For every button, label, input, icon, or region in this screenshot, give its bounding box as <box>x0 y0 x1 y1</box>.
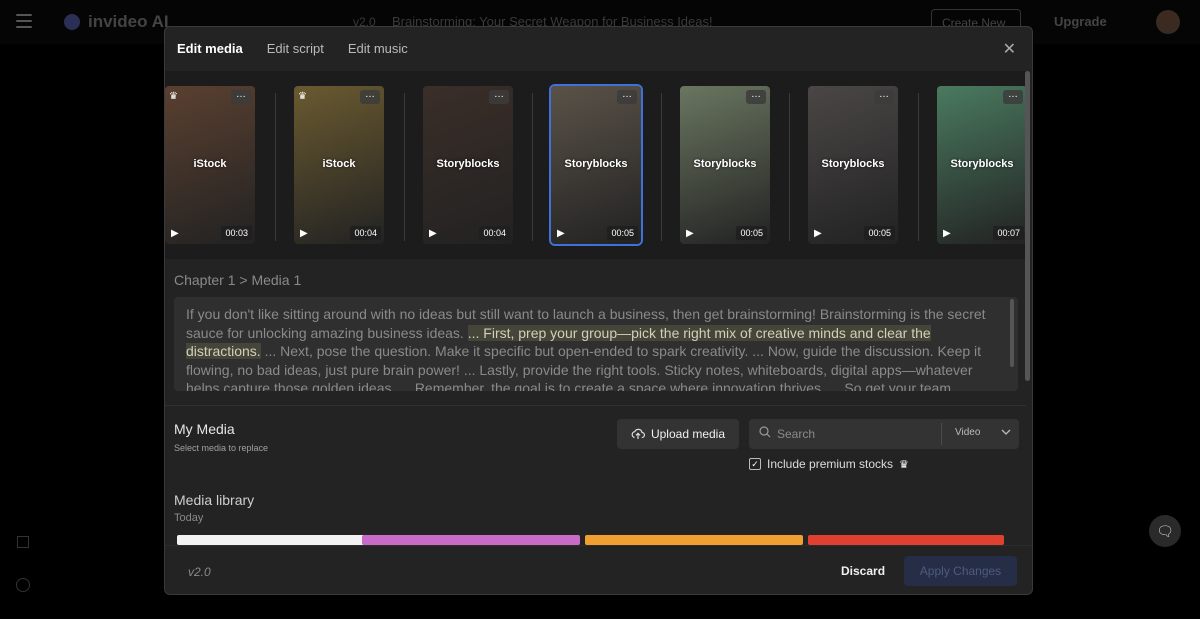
history-icon[interactable] <box>16 578 30 592</box>
edit-media-modal: Edit media Edit script Edit music ✕ ♛ … iS… <box>164 26 1033 595</box>
more-options-icon[interactable]: … <box>1003 90 1023 104</box>
more-options-icon[interactable]: … <box>360 90 380 104</box>
media-library-title: Media library <box>174 492 255 508</box>
clip-thumbnail[interactable]: … Storyblocks ▶ 00:07 <box>937 86 1026 244</box>
upload-media-button[interactable]: Upload media <box>617 419 739 449</box>
clip-duration: 00:05 <box>607 226 638 240</box>
script-box[interactable]: If you don't like sitting around with no… <box>174 297 1018 391</box>
clip-divider <box>404 93 405 241</box>
cloud-upload-icon <box>631 428 645 439</box>
library-thumbnail[interactable] <box>362 535 580 545</box>
breadcrumb: Chapter 1 > Media 1 <box>174 272 302 288</box>
more-options-icon[interactable]: … <box>489 90 509 104</box>
clip-duration: 00:04 <box>479 226 510 240</box>
clip-duration: 00:03 <box>221 226 252 240</box>
script-scrollbar[interactable] <box>1010 299 1014 367</box>
clip-source: Storyblocks <box>693 158 757 170</box>
script-text: If you don't like sitting around with no… <box>186 305 1006 391</box>
more-options-icon[interactable]: … <box>874 90 894 104</box>
clip-duration: 00:04 <box>350 226 381 240</box>
more-options-icon[interactable]: … <box>617 90 637 104</box>
footer-version: v2.0 <box>188 565 211 579</box>
clip-divider <box>789 93 790 241</box>
crown-icon: ♛ <box>169 91 178 102</box>
grid-icon[interactable] <box>17 536 29 548</box>
crown-icon: ♛ <box>899 458 909 471</box>
library-thumbnail[interactable] <box>808 535 1004 545</box>
clip-source: iStock <box>193 158 227 170</box>
modal-tabs: Edit media Edit script Edit music <box>177 41 408 56</box>
clip-duration: 00:07 <box>993 226 1024 240</box>
avatar[interactable] <box>1156 10 1180 34</box>
modal-scrollbar[interactable] <box>1025 71 1030 381</box>
play-icon[interactable]: ▶ <box>814 228 822 239</box>
script-text-after: ... Next, pose the question. Make it spe… <box>186 343 982 391</box>
premium-stocks-option[interactable]: ✓ Include premium stocks ♛ <box>749 457 909 471</box>
search-separator <box>941 423 942 445</box>
clip-thumbnail[interactable]: ♛ … iStock ▶ 00:04 <box>294 86 384 244</box>
clip-source: Storyblocks <box>436 158 500 170</box>
play-icon[interactable]: ▶ <box>943 228 951 239</box>
clip-strip: ♛ … iStock ▶ 00:03 ♛ … iStock ▶ 00:04 … Storyblocks… <box>165 71 1026 259</box>
play-icon[interactable]: ▶ <box>429 228 437 239</box>
clip-source: Storyblocks <box>950 158 1014 170</box>
media-type-select[interactable]: Video <box>955 427 980 438</box>
modal-footer: v2.0 Discard Apply Changes <box>165 545 1032 594</box>
play-icon[interactable]: ▶ <box>171 228 179 239</box>
clip-thumbnail[interactable]: … Storyblocks ▶ 00:05 <box>680 86 770 244</box>
logo-text: invideo AI <box>88 12 169 31</box>
more-options-icon[interactable]: … <box>746 90 766 104</box>
discard-button[interactable]: Discard <box>841 564 885 578</box>
chat-icon[interactable]: 🗨 <box>1149 515 1181 547</box>
crown-icon: ♛ <box>298 91 307 102</box>
search-input[interactable] <box>777 423 937 445</box>
section-divider <box>165 405 1026 406</box>
play-icon[interactable]: ▶ <box>686 228 694 239</box>
play-icon[interactable]: ▶ <box>557 228 565 239</box>
clip-divider <box>918 93 919 241</box>
media-search: Video <box>749 419 1019 449</box>
close-icon[interactable]: ✕ <box>1003 39 1016 59</box>
clip-divider <box>532 93 533 241</box>
clip-thumbnail[interactable]: … Storyblocks ▶ 00:05 <box>808 86 898 244</box>
clip-duration: 00:05 <box>864 226 895 240</box>
menu-icon[interactable] <box>16 14 32 28</box>
clip-source: Storyblocks <box>821 158 885 170</box>
date-group-label: Today <box>174 512 204 524</box>
my-media-title: My Media <box>174 421 235 437</box>
premium-checkbox[interactable]: ✓ <box>749 458 761 470</box>
clip-divider <box>661 93 662 241</box>
tab-edit-music[interactable]: Edit music <box>348 41 408 56</box>
my-media-subtitle: Select media to replace <box>174 443 269 453</box>
tab-edit-media[interactable]: Edit media <box>177 41 243 56</box>
search-icon <box>759 426 771 438</box>
logo-icon <box>64 14 80 30</box>
app-logo[interactable]: invideo AI <box>64 12 169 32</box>
tab-edit-script[interactable]: Edit script <box>267 41 324 56</box>
clip-thumbnail[interactable]: … Storyblocks ▶ 00:04 <box>423 86 513 244</box>
clip-source: iStock <box>322 158 356 170</box>
upgrade-button[interactable]: Upgrade <box>1054 14 1107 29</box>
play-icon[interactable]: ▶ <box>300 228 308 239</box>
clip-source: Storyblocks <box>564 158 628 170</box>
clip-duration: 00:05 <box>736 226 767 240</box>
clip-thumbnail[interactable]: ♛ … iStock ▶ 00:03 <box>165 86 255 244</box>
clip-divider <box>275 93 276 241</box>
clip-thumbnail[interactable]: … Storyblocks ▶ 00:05 <box>549 84 643 246</box>
upload-media-label: Upload media <box>650 427 726 441</box>
chevron-down-icon[interactable] <box>1001 427 1011 437</box>
more-options-icon[interactable]: … <box>231 90 251 104</box>
premium-label: Include premium stocks <box>767 457 894 471</box>
apply-changes-button[interactable]: Apply Changes <box>904 556 1017 586</box>
library-thumbnail[interactable] <box>585 535 803 545</box>
